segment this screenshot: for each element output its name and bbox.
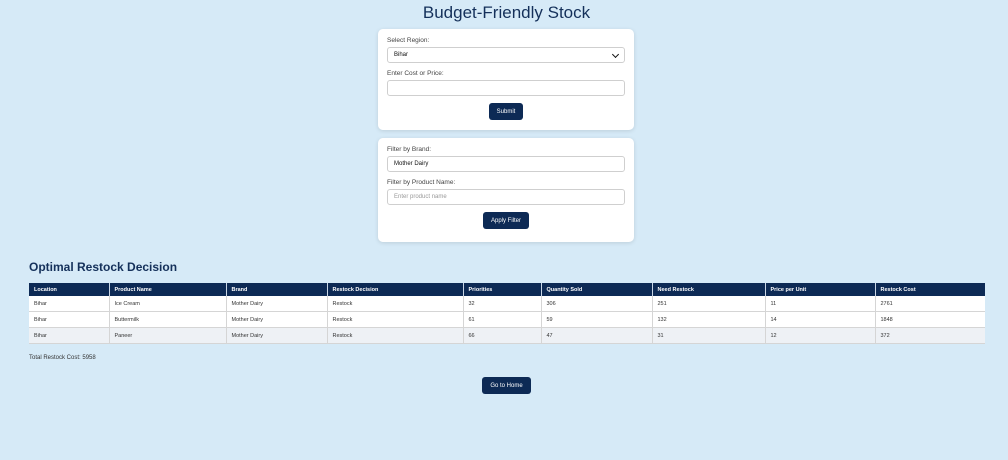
table-cell: 31 (652, 327, 766, 344)
table-cell: Paneer (109, 327, 227, 344)
column-header: Brand (226, 283, 328, 296)
go-home-button[interactable]: Go to Home (482, 377, 531, 394)
results-title: Optimal Restock Decision (29, 260, 178, 274)
submit-button[interactable]: Submit (488, 103, 524, 120)
table-cell: 66 (463, 327, 542, 344)
region-select[interactable]: Bihar (387, 47, 625, 63)
table-cell: 132 (652, 311, 766, 328)
table-cell: 372 (875, 327, 985, 344)
table-cell: Ice Cream (109, 296, 227, 312)
table-cell: 2761 (875, 296, 985, 312)
table-cell: Mother Dairy (226, 296, 328, 312)
table-cell: 14 (765, 311, 876, 328)
table-row: Bihar Ice Cream Mother Dairy Restock 32 … (29, 296, 985, 312)
table-row: Bihar Paneer Mother Dairy Restock 66 47 … (29, 327, 985, 344)
column-header: Restock Decision (327, 283, 464, 296)
table-cell: Mother Dairy (226, 311, 328, 328)
table-cell: Bihar (29, 311, 110, 328)
price-input[interactable] (387, 80, 625, 96)
table-header-row: Location Product Name Brand Restock Deci… (29, 283, 985, 296)
column-header: Restock Cost (875, 283, 985, 296)
table-cell: Restock (327, 327, 464, 344)
column-header: Price per Unit (765, 283, 876, 296)
table-cell: Restock (327, 311, 464, 328)
table-cell: 32 (463, 296, 542, 312)
product-filter-input[interactable]: Enter product name (387, 189, 625, 205)
table-cell: 12 (765, 327, 876, 344)
brand-filter-label: Filter by Brand: (387, 146, 432, 153)
table-cell: Restock (327, 296, 464, 312)
table-cell: 59 (541, 311, 653, 328)
table-cell: 11 (765, 296, 876, 312)
column-header: Location (29, 283, 110, 296)
price-label: Enter Cost or Price: (387, 70, 444, 77)
table-cell: Mother Dairy (226, 327, 328, 344)
table-cell: 306 (541, 296, 653, 312)
table-cell: Bihar (29, 327, 110, 344)
total-restock-cost: Total Restock Cost: 5958 (29, 355, 96, 361)
table-cell: 61 (463, 311, 542, 328)
brand-filter-input[interactable]: Mother Dairy (387, 156, 625, 172)
table-cell: Bihar (29, 296, 110, 312)
region-label: Select Region: (387, 37, 430, 44)
home-button-wrap: Go to Home (0, 377, 1008, 394)
column-header: Priorities (463, 283, 542, 296)
table-cell: 1848 (875, 311, 985, 328)
table-cell: Buttermilk (109, 311, 227, 328)
product-filter-label: Filter by Product Name: (387, 179, 456, 186)
table-row: Bihar Buttermilk Mother Dairy Restock 61… (29, 311, 985, 328)
page-title: Budget-Friendly Stock (422, 3, 591, 22)
region-form-card: Select Region: Bihar Enter Cost or Price… (378, 29, 634, 130)
column-header: Quantity Sold (541, 283, 653, 296)
apply-filter-button[interactable]: Apply Filter (482, 212, 529, 229)
table-cell: 47 (541, 327, 653, 344)
filter-form-card: Filter by Brand: Mother Dairy Filter by … (378, 138, 634, 242)
column-header: Product Name (109, 283, 227, 296)
table-cell: 251 (652, 296, 766, 312)
column-header: Need Restock (652, 283, 766, 296)
region-select-value: Bihar (394, 52, 409, 58)
chevron-down-icon (611, 50, 620, 59)
restock-table: Location Product Name Brand Restock Deci… (29, 283, 985, 344)
